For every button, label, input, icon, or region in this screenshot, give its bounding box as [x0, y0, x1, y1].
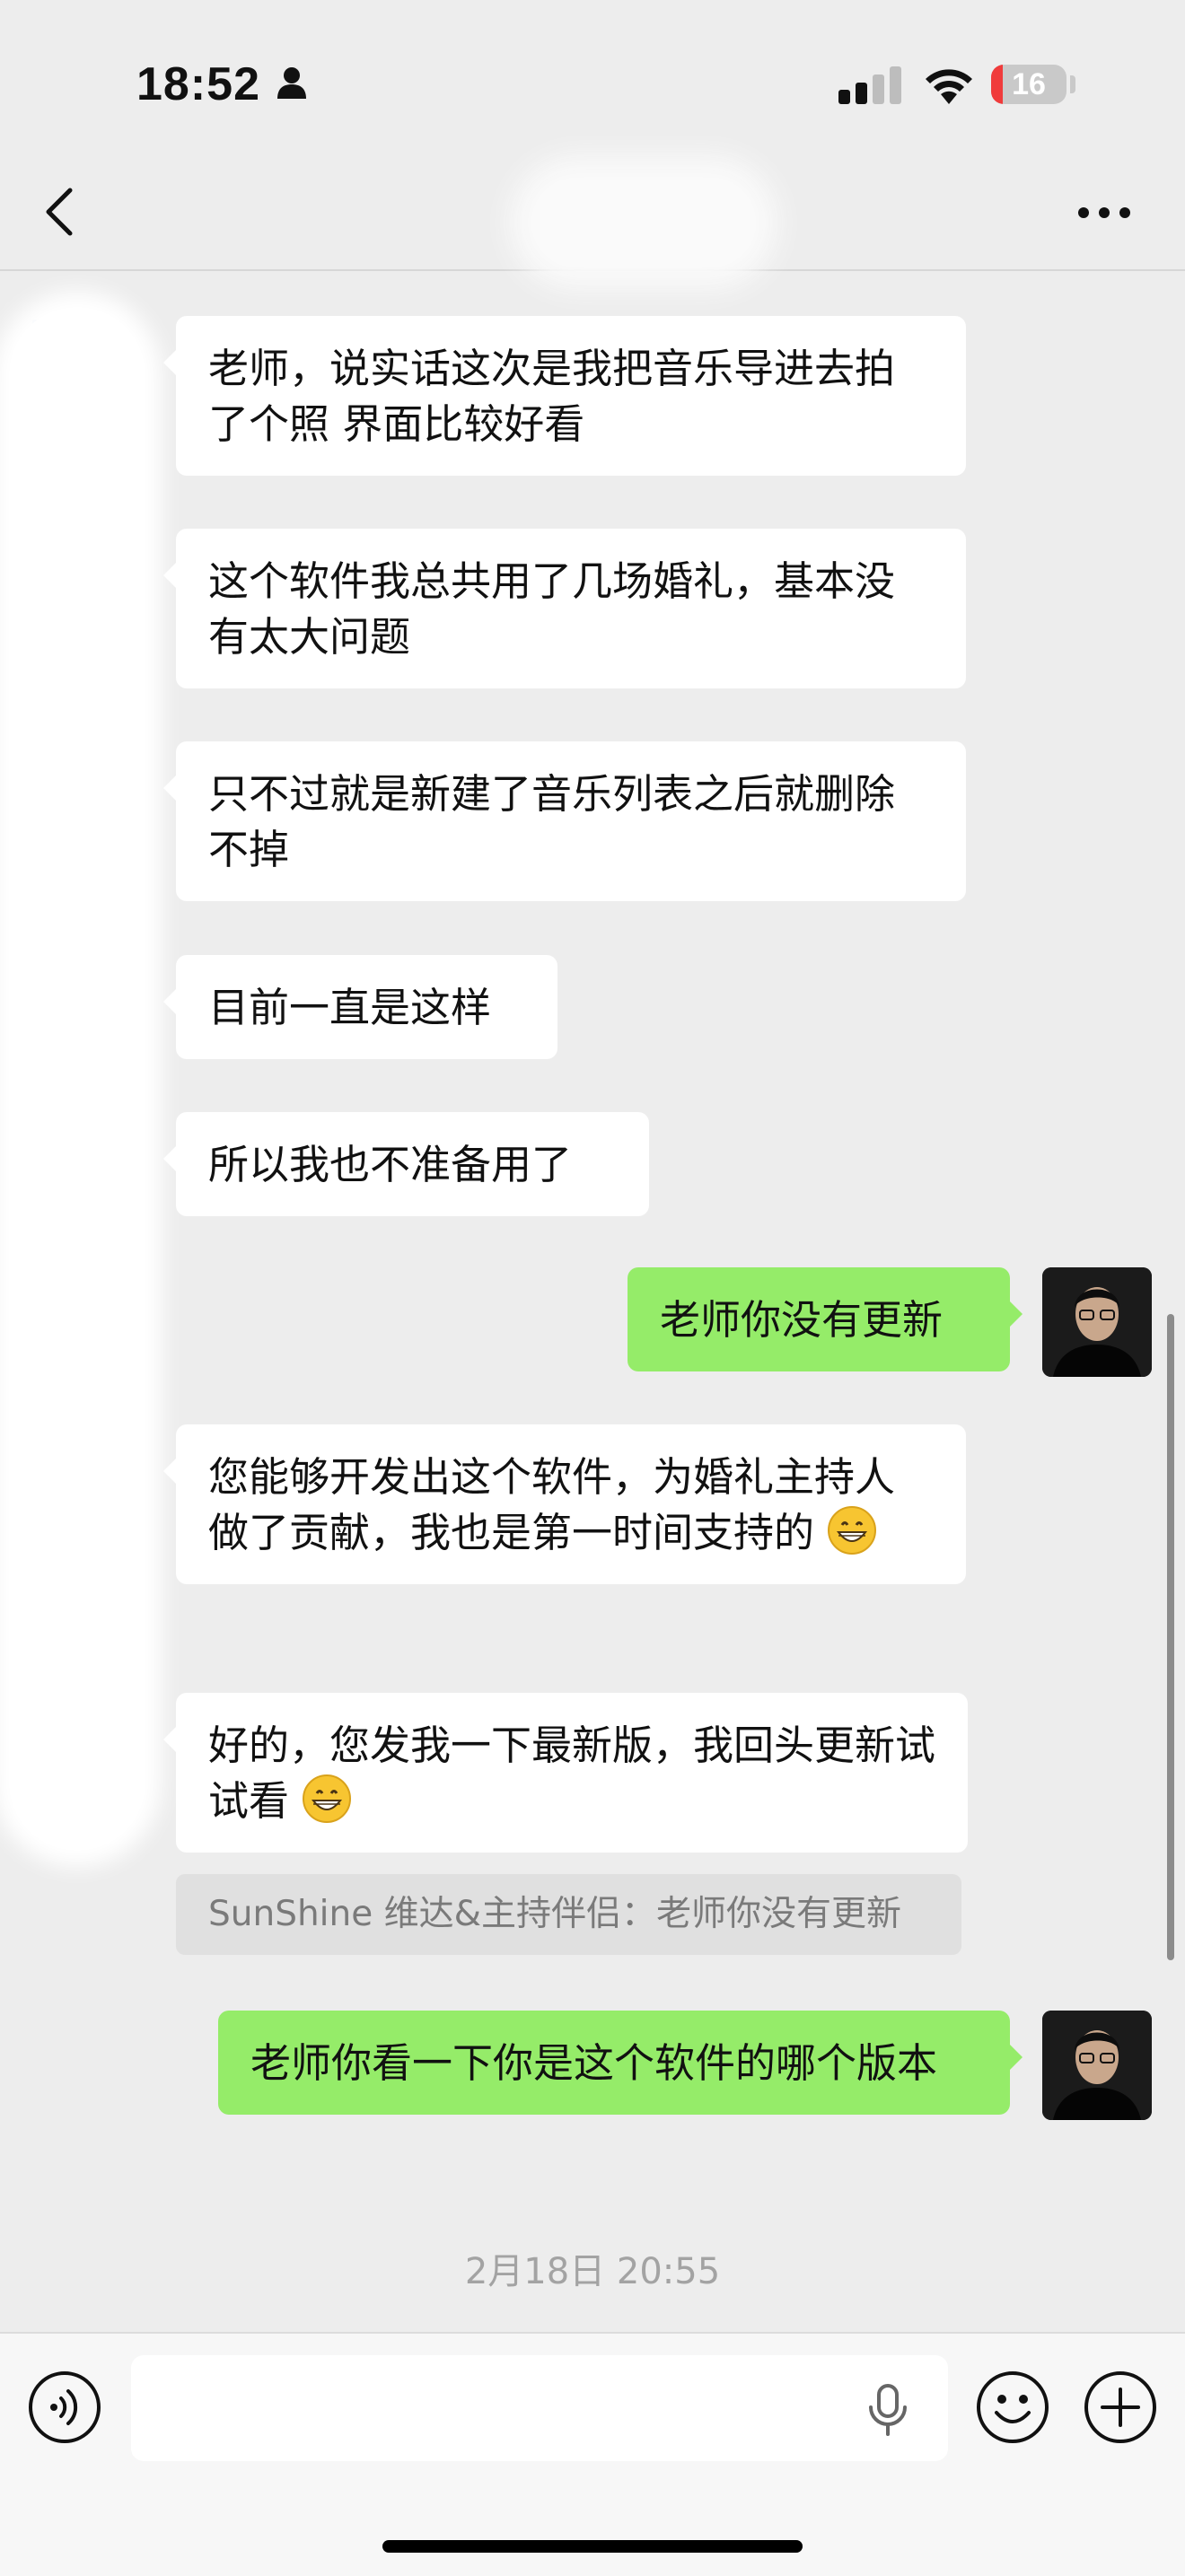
self-avatar-portrait: [1042, 2011, 1152, 2120]
self-avatar[interactable]: [1042, 2011, 1152, 2120]
battery-label: 16: [1012, 67, 1046, 101]
title-redaction: [531, 178, 756, 267]
grinning-face-emoji: [303, 1774, 352, 1823]
self-avatar-portrait: [1042, 1267, 1152, 1377]
message-text: 目前一直是这样: [208, 984, 492, 1031]
message-bubble[interactable]: 只不过就是新建了音乐列表之后就删除不掉: [163, 741, 966, 901]
message-text: 只不过就是新建了音乐列表之后就删除不掉: [208, 770, 896, 873]
voice-icon[interactable]: [27, 2370, 102, 2445]
message-text: 老师你看一下你是这个软件的哪个版本: [250, 2039, 938, 2087]
microphone-icon[interactable]: [865, 2384, 910, 2436]
scrollbar[interactable]: [1167, 1314, 1174, 1960]
message-bubble[interactable]: 老师，说实话这次是我把音乐导进去拍了个照 界面比较好看: [163, 316, 966, 476]
message-text: 这个软件我总共用了几场婚礼，基本没有太大问题: [208, 557, 896, 661]
status-time: 18:52: [136, 58, 260, 110]
signal-icon: [838, 66, 901, 104]
avatar-redaction: [9, 307, 145, 1851]
wifi-icon: [926, 69, 972, 104]
self-avatar[interactable]: [1042, 1267, 1152, 1377]
message-text: 您能够开发出这个软件，为婚礼主持人做了贡献，我也是第一时间支持的: [208, 1453, 896, 1556]
battery-cap: [1070, 75, 1075, 93]
plus-icon[interactable]: [1083, 2370, 1158, 2445]
quoted-reply[interactable]: SunShine 维达&主持伴侣：老师你没有更新: [176, 1874, 961, 1955]
message-bubble-sent[interactable]: 老师你看一下你是这个软件的哪个版本: [218, 2011, 1023, 2115]
battery-indicator: 16: [991, 65, 1066, 104]
chat-timestamp: 2月18日 20:55: [464, 2251, 721, 2292]
grinning-face-emoji: [828, 1506, 877, 1555]
message-input[interactable]: [131, 2355, 948, 2461]
message-bubble-sent[interactable]: 老师你没有更新: [628, 1267, 1023, 1371]
home-indicator[interactable]: [382, 2540, 803, 2553]
message-text: 老师，说实话这次是我把音乐导进去拍了个照 界面比较好看: [208, 345, 896, 448]
message-bubble[interactable]: 所以我也不准备用了: [163, 1112, 649, 1216]
input-bar: [0, 2332, 1185, 2576]
message-bubble[interactable]: 目前一直是这样: [163, 955, 557, 1059]
nav-bar: 主持: [0, 153, 1185, 271]
message-bubble[interactable]: 好的，您发我一下最新版，我回头更新试试看: [163, 1693, 968, 1853]
more-icon[interactable]: [1077, 206, 1131, 219]
message-text: 所以我也不准备用了: [208, 1141, 573, 1188]
message-text: 老师你没有更新: [660, 1296, 944, 1344]
message-bubble[interactable]: 这个软件我总共用了几场婚礼，基本没有太大问题: [163, 529, 966, 688]
status-bar: 18:52 16: [0, 0, 1185, 171]
message-bubble[interactable]: 您能够开发出这个软件，为婚礼主持人做了贡献，我也是第一时间支持的: [163, 1424, 966, 1584]
person-icon: [277, 67, 306, 99]
emoji-icon[interactable]: [975, 2370, 1050, 2445]
chat-message-list[interactable]: 老师，说实话这次是我把音乐导进去拍了个照 界面比较好看 这个软件我总共用了几场婚…: [0, 271, 1185, 2332]
